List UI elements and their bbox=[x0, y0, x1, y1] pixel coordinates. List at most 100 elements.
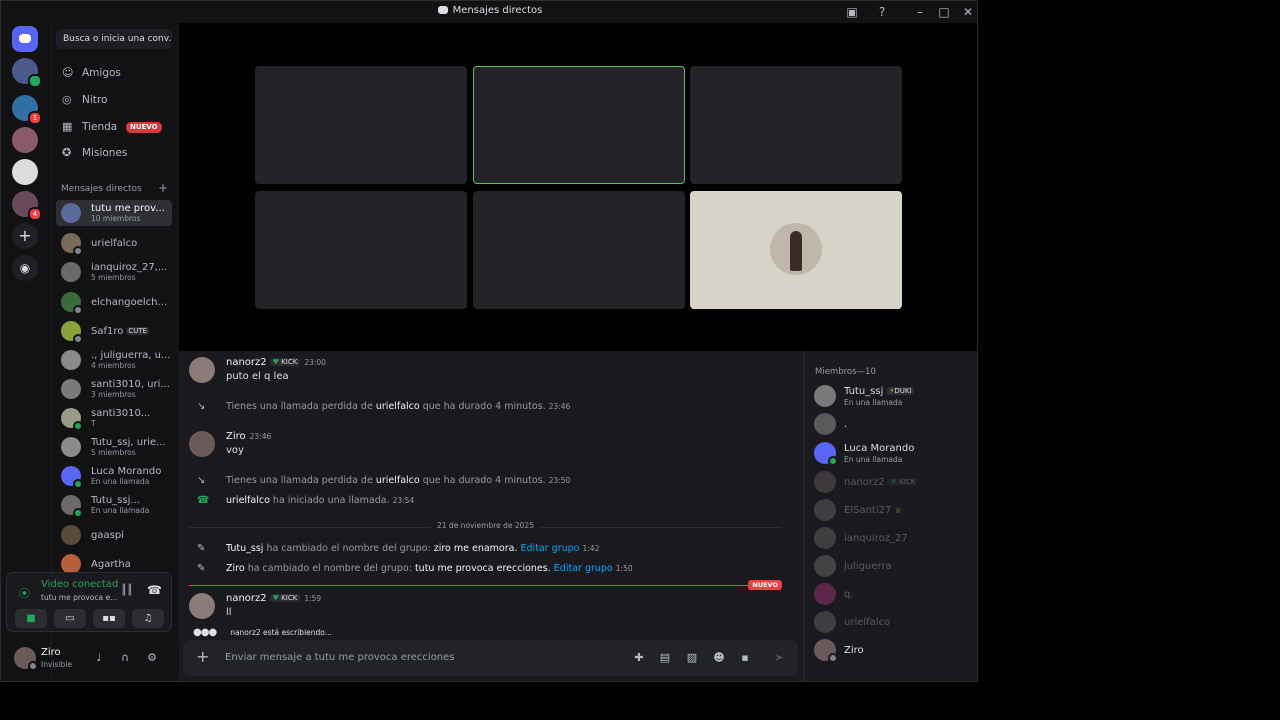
participant-tile-speaking[interactable] bbox=[473, 66, 685, 184]
dm-item[interactable]: ianquiroz_27,... 5 miembros bbox=[56, 259, 172, 285]
dm-item[interactable]: urielfalco bbox=[56, 230, 172, 256]
dm-item[interactable]: santi3010... T bbox=[56, 405, 172, 431]
dm-name: Agartha bbox=[91, 559, 131, 570]
avatar[interactable] bbox=[189, 357, 215, 383]
server-icon[interactable] bbox=[12, 159, 38, 185]
avatar bbox=[814, 611, 836, 633]
dm-sub: T bbox=[91, 419, 96, 428]
message-time: 23:46 bbox=[548, 402, 571, 411]
attach-plus-icon[interactable]: + bbox=[196, 649, 209, 665]
system-text: Ziro ha cambiado el nombre del grupo: tu… bbox=[226, 563, 633, 574]
message-author[interactable]: nanorz2 bbox=[226, 593, 267, 604]
dm-item[interactable]: santi3010, uri... 3 miembros bbox=[56, 376, 172, 402]
participant-tile[interactable] bbox=[255, 66, 467, 184]
avatar[interactable] bbox=[189, 431, 215, 457]
minimize-icon[interactable]: – bbox=[912, 4, 928, 20]
nav-quests[interactable]: ✪ Misiones bbox=[56, 141, 174, 165]
member-item[interactable]: urielfalco bbox=[814, 609, 974, 633]
sticker-icon[interactable]: ▨ bbox=[685, 651, 699, 665]
new-dm-plus-icon[interactable]: + bbox=[158, 181, 168, 195]
system-user[interactable]: Tutu_ssj bbox=[226, 543, 263, 554]
system-user[interactable]: urielfalco bbox=[376, 475, 420, 486]
server-icon[interactable]: 1 bbox=[12, 95, 42, 125]
maximize-icon[interactable]: □ bbox=[936, 4, 952, 20]
message-author[interactable]: nanorz2 bbox=[226, 357, 267, 368]
participant-tile-video[interactable] bbox=[690, 191, 902, 309]
dm-name: Luca Morando bbox=[91, 466, 162, 477]
dm-item[interactable]: Luca Morando En una llamada bbox=[56, 463, 172, 489]
emoji-icon[interactable]: ☻ bbox=[712, 651, 726, 665]
add-server-button[interactable]: + bbox=[12, 223, 38, 249]
member-item[interactable]: ElSanti27 ♛ bbox=[814, 497, 974, 521]
nav-shop[interactable]: ▦ Tienda NUEVO bbox=[56, 115, 174, 139]
inbox-icon[interactable]: ▣ bbox=[844, 4, 860, 20]
help-icon[interactable]: ? bbox=[874, 4, 890, 20]
signal-icon: ⦿ bbox=[19, 587, 30, 600]
voice-channel[interactable]: tutu me provoca e... bbox=[41, 593, 117, 602]
member-item[interactable]: Luca Morando En una llamada bbox=[814, 440, 974, 466]
edit-group-link[interactable]: Editar grupo bbox=[521, 543, 580, 554]
dm-item[interactable]: Tutu_ssj... En una llamada bbox=[56, 492, 172, 518]
screen-share-button[interactable]: ▭ bbox=[54, 609, 86, 628]
member-item[interactable]: Ziro bbox=[814, 637, 974, 663]
home-button[interactable] bbox=[12, 26, 38, 52]
headphones-icon[interactable]: ∩ bbox=[118, 651, 132, 665]
dm-item[interactable]: tutu me prov... 10 miembros bbox=[56, 200, 172, 226]
avatar[interactable] bbox=[189, 593, 215, 619]
edit-group-link[interactable]: Editar grupo bbox=[554, 563, 613, 574]
avatar bbox=[814, 385, 836, 407]
nav-friends[interactable]: ☺ Amigos bbox=[56, 61, 174, 85]
send-icon[interactable]: ➤ bbox=[772, 651, 786, 665]
participant-tile[interactable] bbox=[473, 191, 685, 309]
apps-icon[interactable]: ▪ bbox=[738, 651, 752, 665]
member-item[interactable]: juliguerra bbox=[814, 553, 974, 577]
guild-tag: ♥ KICK bbox=[887, 478, 919, 486]
member-item[interactable]: q. bbox=[814, 581, 974, 605]
noise-suppression-icon[interactable]: ║║ bbox=[121, 585, 133, 596]
activities-button[interactable]: ▪▪ bbox=[93, 609, 125, 628]
dm-item[interactable]: ., juliguerra, u... 4 miembros bbox=[56, 347, 172, 373]
participant-tile[interactable] bbox=[690, 66, 902, 184]
system-text: Tienes una llamada perdida de urielfalco… bbox=[226, 475, 570, 486]
server-icon[interactable] bbox=[12, 127, 38, 153]
date-divider: 21 de noviembre de 2025 bbox=[189, 521, 782, 530]
member-item[interactable]: nanorz2 ♥ KICK bbox=[814, 469, 974, 493]
nav-nitro[interactable]: ◎ Nitro bbox=[56, 88, 174, 112]
member-item[interactable]: Tutu_ssj ⚡DUKI En una llamada bbox=[814, 383, 974, 407]
member-name: Luca Morando bbox=[844, 443, 915, 454]
dm-sub: 5 miembros bbox=[91, 273, 136, 282]
dm-item[interactable]: Saf1ro CUTE bbox=[56, 318, 172, 344]
system-user[interactable]: Ziro bbox=[226, 563, 245, 574]
gif-icon[interactable]: ▤ bbox=[658, 651, 672, 665]
message-text: voy bbox=[226, 445, 244, 456]
camera-button[interactable]: ■ bbox=[15, 609, 47, 628]
dm-item[interactable]: Tutu_ssj, urie... 5 miembros bbox=[56, 434, 172, 460]
group-dm-shortcut[interactable] bbox=[12, 58, 42, 88]
disconnect-icon[interactable]: ☎ bbox=[147, 583, 162, 597]
dm-item[interactable]: elchangoelch... bbox=[56, 289, 172, 315]
dm-name: elchangoelch... bbox=[91, 297, 168, 308]
member-item[interactable]: . bbox=[814, 411, 974, 435]
system-user[interactable]: urielfalco bbox=[226, 495, 270, 506]
member-name-row: Tutu_ssj ⚡DUKI bbox=[844, 386, 915, 397]
system-mid: ha cambiado el nombre del grupo: bbox=[263, 543, 434, 554]
system-user[interactable]: urielfalco bbox=[376, 401, 420, 412]
search-input[interactable]: Busca o inicia una conv... bbox=[56, 29, 172, 49]
message-author[interactable]: Ziro bbox=[226, 431, 246, 442]
server-icon[interactable]: 4 bbox=[12, 191, 42, 221]
discover-button[interactable]: ◉ bbox=[12, 255, 38, 281]
soundboard-button[interactable]: ♫ bbox=[132, 609, 164, 628]
dm-item[interactable]: gaaspi bbox=[56, 522, 172, 548]
settings-gear-icon[interactable]: ⚙ bbox=[145, 651, 159, 665]
message-input[interactable]: Enviar mensaje a tutu me provoca ereccio… bbox=[225, 652, 455, 663]
participant-tile[interactable] bbox=[255, 191, 467, 309]
microphone-icon[interactable]: ♩ bbox=[92, 651, 106, 665]
activities-icon: ▪▪ bbox=[102, 613, 116, 624]
gift-icon[interactable]: ✚ bbox=[632, 651, 646, 665]
member-item[interactable]: ianquiroz_27 bbox=[814, 525, 974, 549]
quests-icon: ✪ bbox=[62, 146, 72, 159]
status-dot bbox=[28, 661, 38, 671]
close-icon[interactable]: ✕ bbox=[960, 4, 976, 20]
status-dot bbox=[73, 334, 83, 344]
avatar bbox=[61, 350, 81, 370]
